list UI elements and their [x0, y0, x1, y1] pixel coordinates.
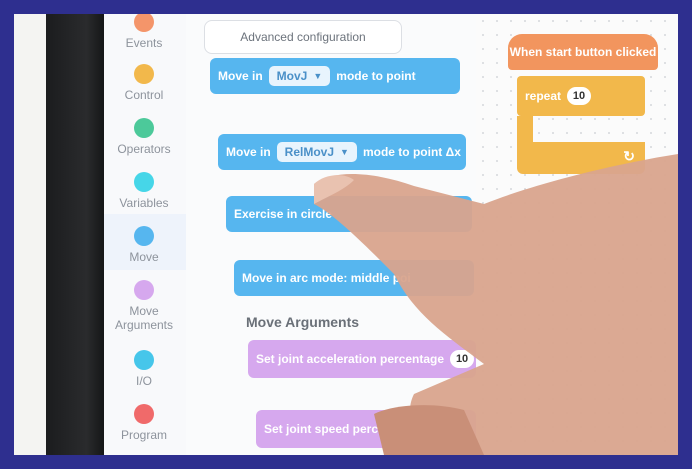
photo-frame: Events Control Operators Variables Move — [0, 0, 692, 469]
app-screen: Events Control Operators Variables Move — [14, 14, 678, 455]
pointing-hand — [314, 154, 678, 455]
tablet-bezel — [46, 14, 104, 455]
tablet-photo: Events Control Operators Variables Move — [14, 14, 678, 455]
